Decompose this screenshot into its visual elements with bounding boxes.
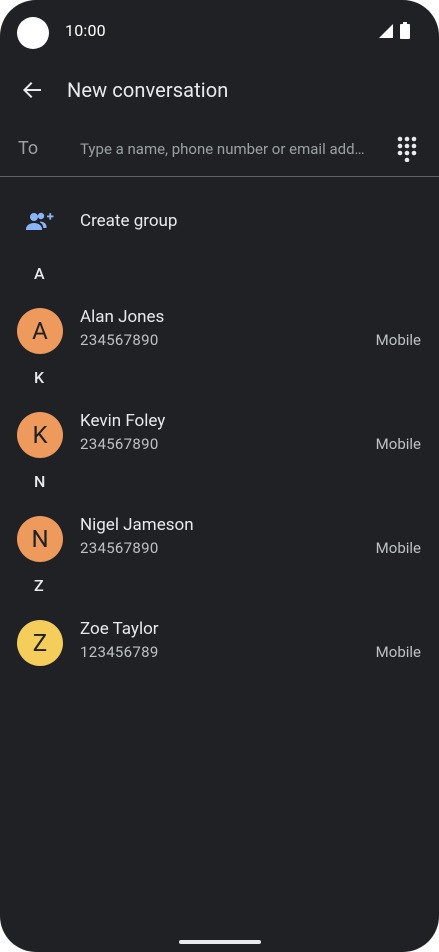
avatar: N: [17, 516, 63, 562]
create-group-button[interactable]: Create group: [0, 196, 439, 248]
status-time: 10:00: [65, 21, 106, 40]
section-header-z: Z: [34, 576, 44, 595]
arrow-back-icon: [23, 82, 41, 98]
dialpad-icon: [397, 136, 417, 162]
divider: [0, 176, 439, 177]
camera-cutout: [17, 17, 49, 49]
contact-type: Mobile: [375, 435, 421, 453]
back-button[interactable]: [14, 72, 50, 108]
contact-name: Kevin Foley: [80, 411, 166, 431]
contact-type: Mobile: [375, 539, 421, 557]
contact-number: 234567890: [80, 435, 159, 453]
contact-name: Nigel Jameson: [80, 515, 194, 535]
avatar: Z: [17, 620, 63, 666]
contact-number: 234567890: [80, 539, 159, 557]
contact-zoe-taylor[interactable]: Z Zoe Taylor 123456789 Mobile: [0, 609, 439, 673]
section-header-a: A: [34, 264, 45, 283]
section-header-k: K: [34, 368, 45, 387]
group-add-icon: [26, 212, 54, 230]
contact-type: Mobile: [375, 643, 421, 661]
avatar: K: [17, 412, 63, 458]
contact-name: Alan Jones: [80, 307, 165, 327]
phone-screen: 10:00 New conversation To Type a name, p…: [0, 0, 439, 952]
dialpad-button[interactable]: [393, 134, 421, 164]
app-bar: New conversation: [0, 60, 439, 120]
recipient-input[interactable]: [80, 136, 385, 162]
contact-alan-jones[interactable]: A Alan Jones 234567890 Mobile: [0, 297, 439, 361]
contact-type: Mobile: [375, 331, 421, 349]
signal-icon: [379, 24, 393, 38]
contact-nigel-jameson[interactable]: N Nigel Jameson 234567890 Mobile: [0, 505, 439, 569]
create-group-label: Create group: [80, 211, 178, 231]
contact-number: 123456789: [80, 643, 159, 661]
contact-number: 234567890: [80, 331, 159, 349]
section-header-n: N: [34, 472, 46, 491]
gesture-nav-handle[interactable]: [179, 940, 261, 944]
page-title: New conversation: [67, 78, 229, 102]
status-bar: 10:00: [0, 0, 439, 64]
recipient-row: To: [0, 124, 439, 176]
contact-kevin-foley[interactable]: K Kevin Foley 234567890 Mobile: [0, 401, 439, 465]
to-label: To: [18, 138, 39, 159]
avatar: A: [17, 308, 63, 354]
contact-name: Zoe Taylor: [80, 619, 159, 639]
battery-icon: [400, 22, 410, 39]
